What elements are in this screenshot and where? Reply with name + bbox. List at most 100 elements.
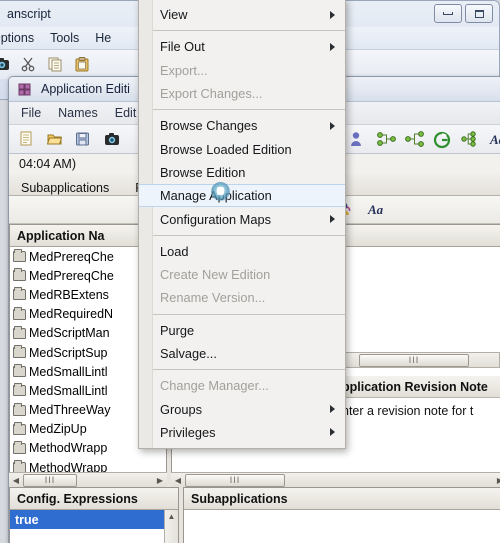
context-menu[interactable]: View File Out Export... Export Changes... Br… [138, 0, 346, 450]
context-menu-item-label: Purge [160, 322, 195, 338]
context-menu-item-label: Manage Application [160, 188, 272, 204]
scroll-right-arrow[interactable]: ▶ [153, 474, 167, 487]
folder-icon [13, 364, 26, 378]
context-menu-separator [153, 109, 345, 111]
context-menu-item: Export... [139, 59, 345, 82]
folder-icon [13, 306, 26, 320]
config-expression-item[interactable]: true [10, 510, 164, 529]
person-blue-icon[interactable] [349, 131, 367, 148]
context-menu-item-label: Browse Loaded Edition [160, 141, 292, 157]
copy-icon[interactable] [47, 56, 65, 73]
context-menu-item-label: Export... [160, 62, 208, 78]
context-menu-item-label: Change Manager... [160, 378, 269, 394]
context-menu-item[interactable]: Privileges [139, 421, 345, 444]
submenu-arrow-icon [330, 405, 335, 414]
config-expressions-pane: Config. Expressions true ▲ [9, 487, 179, 543]
classes-hscrollbar-overlay[interactable]: III [344, 352, 500, 368]
context-menu-item-label: Configuration Maps [160, 211, 271, 227]
camera-icon[interactable] [103, 131, 121, 148]
menu-options[interactable]: Options [0, 31, 34, 45]
scroll-thumb[interactable]: III [185, 473, 285, 487]
context-menu-item-label: View [160, 7, 188, 23]
tree-nodes-icon[interactable] [461, 130, 479, 148]
edition-timestamp: 04:04 AM) [19, 157, 76, 171]
context-menu-item[interactable]: Groups [139, 397, 345, 420]
submenu-arrow-icon [330, 428, 335, 437]
folder-icon [13, 402, 26, 416]
application-list-item-label: MedRequiredN [29, 307, 114, 322]
scroll-thumb[interactable]: III [23, 473, 77, 487]
config-expressions-header: Config. Expressions [10, 488, 178, 510]
folder-icon [13, 325, 26, 339]
folder-icon [13, 268, 26, 282]
defined-classes-hscrollbar[interactable]: ◀ III ▶ [171, 472, 500, 487]
paste-icon[interactable] [74, 56, 92, 73]
context-menu-item[interactable]: Load [139, 240, 345, 263]
context-menu-item[interactable]: Configuration Maps [139, 207, 345, 230]
config-expressions-vscrollbar[interactable]: ▲ [164, 510, 178, 543]
config-expressions-list[interactable]: true [10, 510, 164, 529]
scroll-left-arrow[interactable]: ◀ [171, 474, 185, 487]
menu-tools[interactable]: Tools [50, 31, 79, 45]
open-folder-icon[interactable] [47, 131, 65, 148]
context-menu-item: Rename Version... [139, 286, 345, 309]
camera-icon[interactable] [0, 56, 11, 73]
application-list-hscrollbar[interactable]: ◀ III ▶ [9, 472, 167, 487]
scroll-left-arrow[interactable]: ◀ [9, 474, 23, 487]
application-list-item-label: MedRBExtens [29, 287, 109, 302]
context-menu-item[interactable]: Purge [139, 319, 345, 342]
context-menu-items: View File Out Export... Export Changes... Br… [139, 3, 345, 444]
application-list-item-label: MedSmallLintl [29, 364, 108, 379]
application-package-icon [17, 81, 35, 98]
folder-icon [13, 421, 26, 435]
new-document-icon[interactable] [19, 131, 37, 148]
context-menu-item[interactable]: Salvage... [139, 342, 345, 365]
application-editor-title: Application Editi [41, 82, 130, 96]
context-menu-item: Change Manager... [139, 374, 345, 397]
menu-help[interactable]: He [95, 31, 111, 45]
context-menu-separator [153, 234, 345, 236]
context-menu-item[interactable]: File Out [139, 35, 345, 58]
application-list-item-label: MedPrereqChe [29, 268, 114, 283]
minimize-button[interactable] [434, 4, 462, 23]
subapplications-body[interactable] [184, 510, 500, 543]
font-aa-icon[interactable]: Aa [489, 131, 500, 148]
context-menu-item[interactable]: Manage Application [139, 184, 345, 208]
maximize-button[interactable] [465, 4, 493, 23]
context-menu-item: Create New Edition [139, 263, 345, 286]
application-list-item-label: MedPrereqChe [29, 249, 114, 264]
context-menu-item-label: Salvage... [160, 346, 217, 361]
context-menu-item-label: Rename Version... [160, 290, 266, 306]
application-list-item-label: MedZipUp [29, 422, 87, 437]
save-disk-icon[interactable] [75, 131, 93, 148]
menu-file[interactable]: File [21, 106, 41, 120]
hierarchy-split-icon[interactable] [405, 130, 424, 148]
revision-note-overlay-text[interactable]: nter a revision note for t [340, 398, 500, 418]
config-expressions-body[interactable]: true ▲ [10, 510, 178, 543]
scroll-up-arrow[interactable]: ▲ [165, 510, 178, 523]
context-menu-item[interactable]: Browse Loaded Edition [139, 137, 345, 160]
scroll-right-arrow[interactable]: ▶ [493, 474, 500, 487]
maximize-icon [474, 9, 484, 18]
submenu-arrow-icon [330, 121, 335, 130]
svg-text:Aa: Aa [489, 132, 500, 147]
scroll-thumb[interactable]: III [359, 353, 469, 367]
application-list-item-label: MedThreeWay [29, 403, 111, 418]
hierarchy-right-icon[interactable] [377, 131, 396, 148]
application-list-item-label: MedScriptSup [29, 345, 108, 360]
cut-icon[interactable] [20, 56, 38, 73]
window-controls [434, 4, 493, 23]
context-menu-separator [153, 30, 345, 32]
menu-edit[interactable]: Edit [115, 106, 137, 120]
subapplications-pane: Subapplications [183, 487, 500, 543]
revision-note-overlay-header: pplication Revision Note [340, 376, 500, 398]
font-aa-icon[interactable]: Aa [367, 201, 385, 218]
context-menu-item[interactable]: Browse Edition [139, 161, 345, 184]
context-menu-separator [153, 369, 345, 371]
context-menu-item[interactable]: Browse Changes [139, 114, 345, 137]
folder-icon [13, 345, 26, 359]
tab-subapplications[interactable]: Subapplications [21, 181, 109, 195]
menu-names[interactable]: Names [58, 106, 98, 120]
globe-g-icon[interactable] [433, 131, 451, 148]
context-menu-item[interactable]: View [139, 3, 345, 26]
